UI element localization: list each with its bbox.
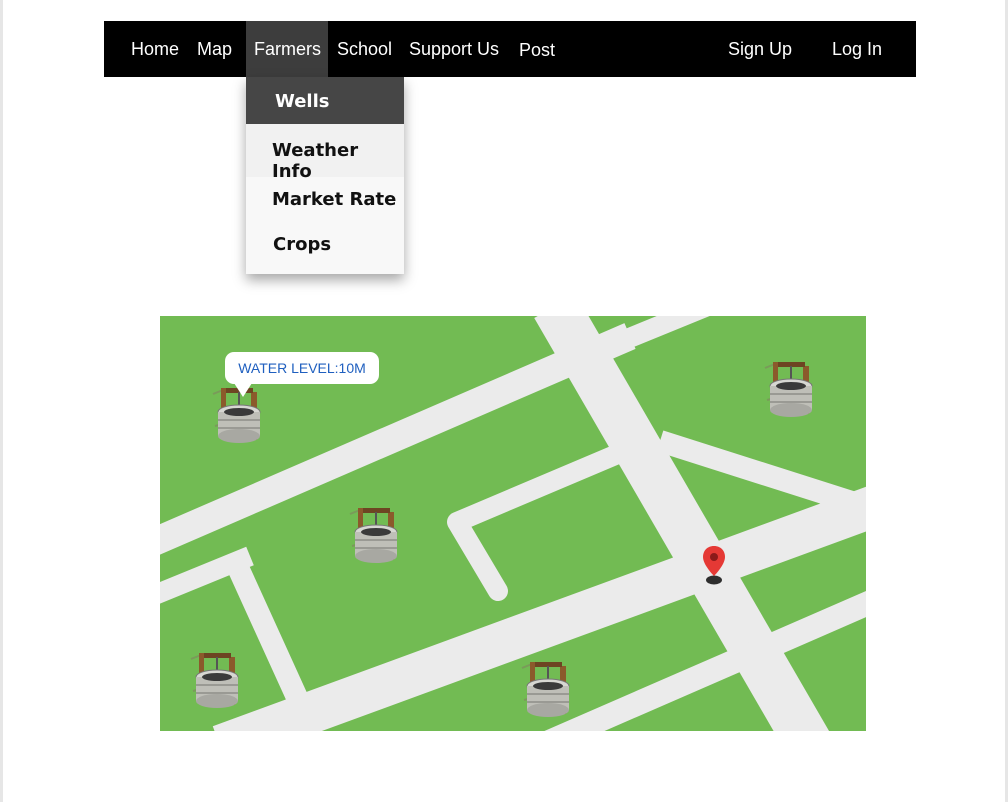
page-border-left	[0, 0, 3, 802]
dropdown-item-label: Wells	[275, 91, 330, 112]
nav-log-in[interactable]: Log In	[832, 21, 882, 77]
dropdown-item-label: Crops	[273, 234, 332, 255]
dropdown-item-wells[interactable]: Wells	[246, 77, 404, 124]
nav-support-us[interactable]: Support Us	[409, 21, 499, 77]
well-icon[interactable]	[761, 354, 821, 418]
location-pin-icon[interactable]	[701, 545, 727, 587]
nav-farmers[interactable]: Farmers	[246, 21, 328, 77]
water-level-tooltip: WATER LEVEL:10M	[225, 352, 379, 384]
nav-school[interactable]: School	[337, 21, 392, 77]
top-navbar: Home Map Farmers School Support Us Post …	[104, 21, 916, 77]
nav-home[interactable]: Home	[131, 21, 179, 77]
well-icon[interactable]	[346, 500, 406, 564]
dropdown-item-label: Market Rate	[272, 189, 397, 210]
dropdown-item-market-rate[interactable]: Market Rate	[246, 177, 404, 223]
well-icon[interactable]	[518, 654, 578, 718]
nav-sign-up[interactable]: Sign Up	[728, 21, 792, 77]
nav-post[interactable]: Post	[519, 22, 555, 78]
well-icon[interactable]	[187, 645, 247, 709]
farmers-dropdown-menu: Wells Weather Info Market Rate Crops	[246, 77, 404, 274]
dropdown-item-weather-info[interactable]: Weather Info	[246, 124, 404, 182]
nav-map[interactable]: Map	[197, 21, 232, 77]
dropdown-item-crops[interactable]: Crops	[246, 223, 404, 271]
tooltip-pointer	[234, 383, 252, 397]
dropdown-item-label: Weather Info	[272, 140, 359, 182]
